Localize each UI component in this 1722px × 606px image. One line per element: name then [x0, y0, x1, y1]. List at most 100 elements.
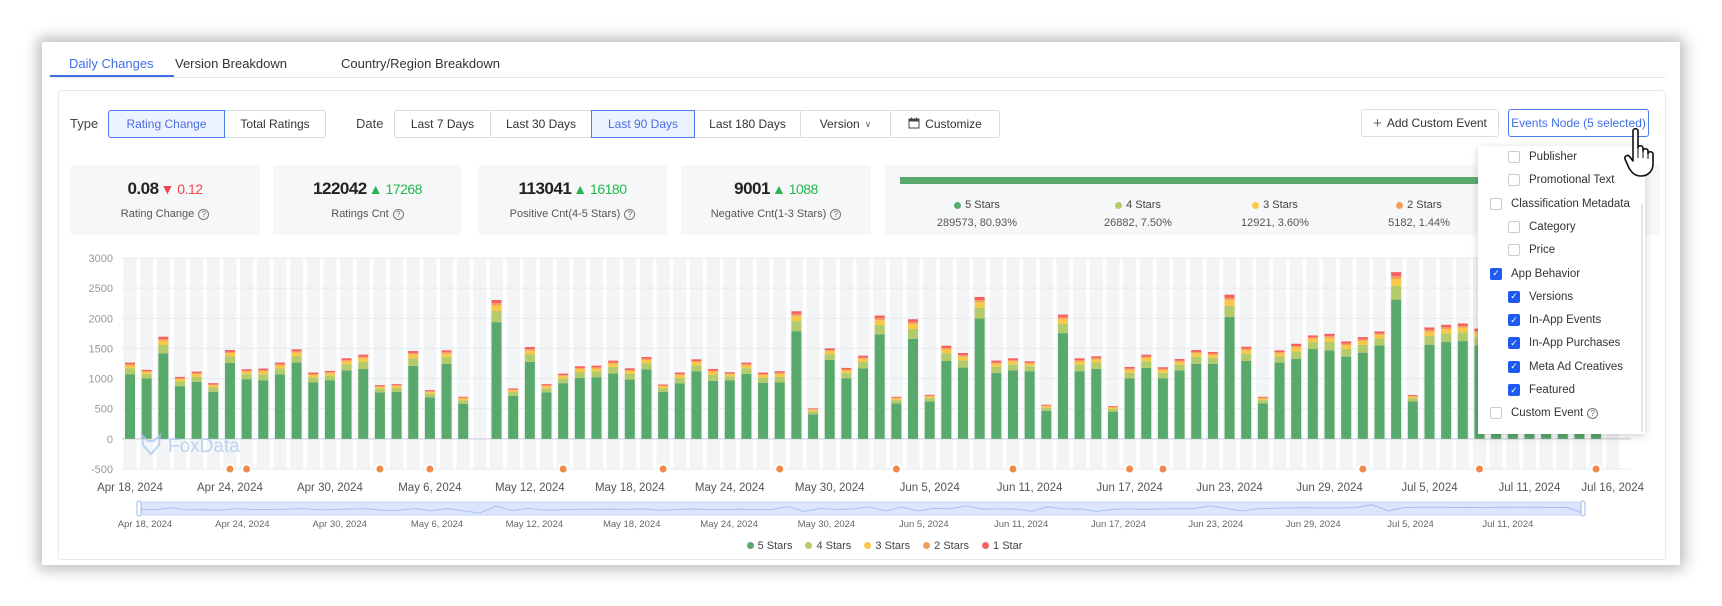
legend-item-5-stars[interactable]: 5 Stars: [746, 539, 793, 552]
checkbox-checked-icon[interactable]: ✓: [1508, 337, 1520, 350]
bar-segment-2-stars: [158, 339, 169, 341]
checkbox-checked-icon[interactable]: ✓: [1508, 290, 1520, 303]
event-option-in-app-events[interactable]: ✓ In-App Events: [1508, 311, 1601, 329]
event-option-featured[interactable]: ✓ Featured: [1508, 381, 1575, 399]
bar-segment-5-stars: [1357, 352, 1368, 439]
bar-segment-1-star: [1457, 323, 1468, 327]
bar-segment-4-stars: [308, 377, 319, 383]
bar-segment-5-stars: [241, 379, 252, 439]
legend-item-1-star[interactable]: 1 Star: [982, 540, 1022, 552]
dropdown-scrollbar[interactable]: [1641, 204, 1643, 432]
bar-segment-1-star: [1274, 350, 1285, 353]
bar-segment-1-star: [658, 384, 669, 386]
checkbox-icon[interactable]: [1490, 407, 1502, 420]
bar-segment-5-stars: [1407, 401, 1418, 439]
event-option-meta-ad-creatives[interactable]: ✓ Meta Ad Creatives: [1508, 358, 1623, 376]
bar-segment-4-stars: [858, 361, 869, 369]
bar-segment-1-star: [841, 367, 852, 370]
bar-segment-4-stars: [241, 374, 252, 380]
slider-handle-left[interactable]: [136, 500, 142, 517]
checkbox-icon[interactable]: [1508, 174, 1520, 187]
event-option-versions[interactable]: ✓ Versions: [1508, 288, 1573, 306]
bar-segment-1-star: [708, 368, 719, 371]
x-tick-label: Jun 29, 2024: [1296, 482, 1363, 494]
event-option-in-app-purchases[interactable]: ✓ In-App Purchases: [1508, 334, 1620, 352]
bar-segment-3-stars: [158, 340, 169, 345]
bar-segment-2-stars: [991, 362, 1002, 364]
legend-label: 5 Stars: [757, 539, 793, 552]
bar-segment-3-stars: [208, 385, 219, 388]
bar-segment-2-stars: [1241, 348, 1252, 351]
slider-handle-right[interactable]: [1580, 500, 1586, 517]
checkbox-icon[interactable]: [1508, 151, 1520, 163]
event-marker: [1124, 463, 1136, 475]
bar-segment-3-stars: [958, 356, 968, 361]
bar-segment-5-stars: [891, 403, 902, 439]
bar-segment-1-star: [125, 362, 135, 365]
bar-segment-5-stars: [1341, 356, 1352, 439]
bar-segment-1-star: [1307, 335, 1318, 338]
bar-segment-2-stars: [641, 358, 652, 361]
bar-segment-1-star: [491, 299, 502, 304]
checkbox-checked-icon[interactable]: ✓: [1490, 267, 1502, 280]
bar-segment-1-star: [508, 388, 519, 390]
event-option-category[interactable]: Category: [1508, 218, 1576, 236]
event-marker: [1473, 463, 1485, 475]
bar-segment-5-stars: [941, 360, 952, 439]
bar-segment-3-stars: [1307, 338, 1318, 343]
bar-segment-4-stars: [674, 377, 685, 384]
bar-segment-3-stars: [1457, 327, 1468, 333]
bar-segment-3-stars: [1424, 331, 1435, 337]
checkbox-checked-icon[interactable]: ✓: [1508, 384, 1520, 396]
slider-tick-label: Jun 23, 2024: [1188, 519, 1243, 530]
bar-segment-1-star: [1257, 396, 1268, 398]
bar-segment-3-stars: [1024, 363, 1035, 367]
checkbox-icon[interactable]: [1508, 244, 1520, 257]
legend-item-4-stars[interactable]: 4 Stars: [805, 540, 851, 552]
bar-segment-3-stars: [1374, 334, 1385, 339]
event-option-app-behavior[interactable]: ✓ App Behavior: [1490, 265, 1580, 283]
bar-segment-5-stars: [741, 373, 752, 439]
bar-segment-3-stars: [1241, 350, 1252, 354]
rating-change-button[interactable]: Rating Change: [108, 110, 225, 138]
bar-segment-4-stars: [558, 378, 569, 384]
checkbox-checked-icon[interactable]: ✓: [1508, 314, 1520, 327]
bar-segment-5-stars: [541, 392, 552, 439]
event-option-custom-event[interactable]: Custom Event?: [1490, 404, 1599, 422]
events-node-dropdown: Publisher Promotional Text Classification …: [1478, 146, 1645, 434]
x-tick-label: Jul 5, 2024: [1401, 482, 1458, 494]
legend-item-2-stars[interactable]: 2 Stars: [923, 540, 969, 552]
bar-segment-4-stars: [458, 400, 469, 404]
event-option-publisher[interactable]: Publisher: [1508, 148, 1577, 166]
checkbox-icon[interactable]: [1490, 197, 1502, 210]
bar-segment-4-stars: [1224, 305, 1235, 317]
bar-segment-4-stars: [1291, 351, 1302, 359]
bar-segment-5-stars: [341, 370, 352, 439]
event-marker: [224, 463, 236, 475]
bar-segment-2-stars: [1041, 405, 1052, 407]
bar-segment-5-stars: [724, 380, 735, 439]
event-option-promotional-text[interactable]: Promotional Text: [1508, 171, 1614, 189]
bar-segment-5-stars: [258, 380, 269, 439]
bar-segment-1-star: [1141, 354, 1152, 357]
checkbox-icon[interactable]: [1508, 220, 1520, 233]
bar-segment-1-star: [1124, 366, 1135, 369]
legend-item-3-stars[interactable]: 3 Stars: [864, 540, 910, 552]
bar-segment-3-stars: [241, 371, 252, 375]
help-icon[interactable]: ?: [1587, 407, 1599, 419]
last-90-days-button[interactable]: Last 90 Days: [591, 110, 695, 138]
hand-cursor-icon: [1624, 127, 1660, 183]
bar-segment-5-stars: [424, 397, 435, 439]
bar-segment-4-stars: [1024, 366, 1035, 372]
bar-segment-5-stars: [358, 368, 369, 439]
bar-segment-2-stars: [241, 370, 252, 372]
bar-segment-4-stars: [591, 371, 602, 378]
event-option-classification-metadata[interactable]: Classification Metadata: [1490, 195, 1630, 213]
legend-dot-icon: [923, 542, 931, 549]
bar-segment-4-stars: [291, 355, 302, 363]
bar-segment-5-stars: [1024, 371, 1035, 439]
bar-segment-1-star: [1391, 272, 1402, 277]
event-option-price[interactable]: Price: [1508, 241, 1555, 259]
checkbox-checked-icon[interactable]: ✓: [1508, 360, 1520, 373]
bar-segment-2-stars: [591, 367, 602, 369]
